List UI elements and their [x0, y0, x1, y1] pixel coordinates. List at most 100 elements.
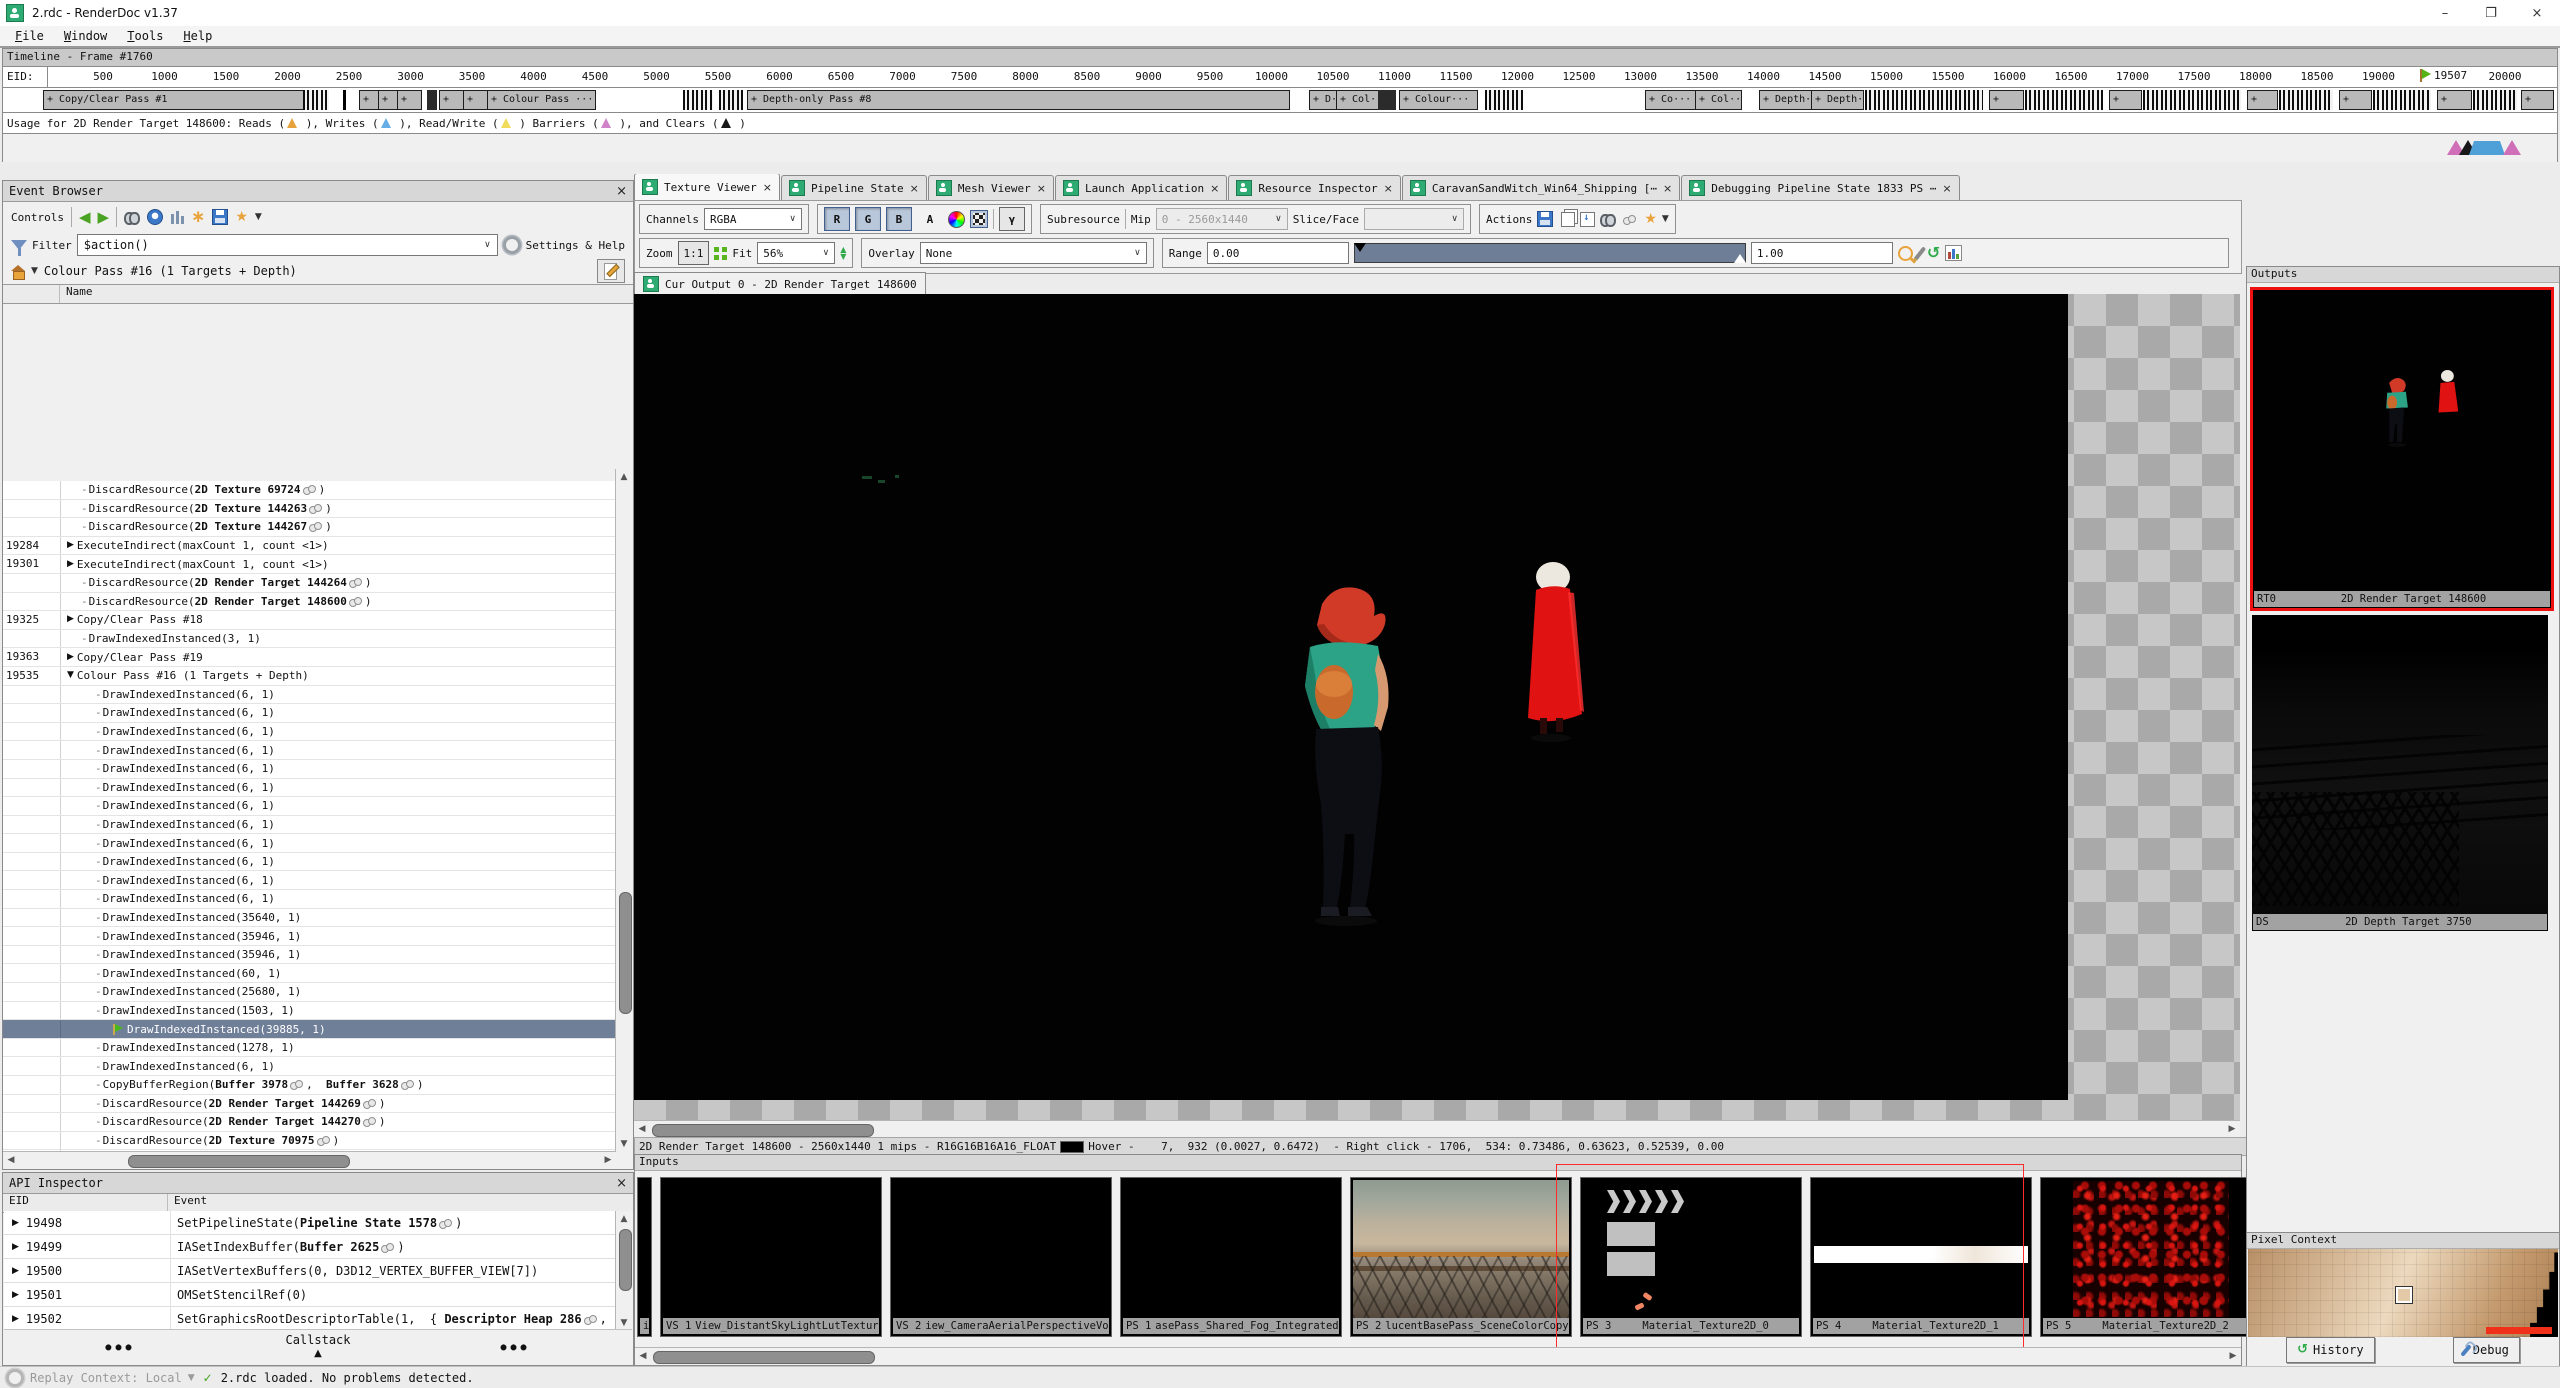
scroll-right-icon[interactable]: ▶ [600, 1152, 616, 1168]
tab-close-icon[interactable]: × [1037, 182, 1046, 195]
resource-link-icon[interactable] [309, 522, 322, 531]
tab-close-icon[interactable]: × [910, 182, 919, 195]
filter-input[interactable]: $action() ∨ [77, 234, 498, 256]
event-tree-row[interactable]: 19535▼Colour Pass #16 (1 Targets + Depth… [3, 667, 616, 686]
resource-link[interactable]: 2D Render Target 144264 [195, 574, 347, 591]
api-event-row[interactable]: ▶19500IASetVertexBuffers(0, D3D12_VERTEX… [4, 1259, 616, 1283]
resource-link-icon[interactable] [363, 1099, 376, 1108]
timeline-pass-segment[interactable] [1485, 90, 1523, 110]
timeline-pass-segment[interactable]: + Copy/Clear Pass #1 [43, 90, 306, 110]
timeline-pass-segment[interactable]: + Depth··· [1759, 90, 1812, 110]
fit-icon[interactable] [714, 247, 727, 260]
time-events-icon[interactable] [147, 209, 163, 225]
event-tree-row[interactable]: -DiscardResource(2D Texture 144263) [3, 500, 616, 519]
output-rt0-thumbnail[interactable]: RT0 2D Render Target 148600 [2250, 287, 2554, 611]
event-tree-row[interactable]: -DiscardResource(2D Render Target 144269… [3, 1095, 616, 1114]
scroll-up-icon[interactable]: ▲ [616, 469, 632, 485]
event-tree-row[interactable]: -DrawIndexedInstanced(6, 1) [3, 816, 616, 835]
timeline-pass-segment[interactable] [1865, 90, 1983, 110]
event-tree-row[interactable]: -DrawIndexedInstanced(6, 1) [3, 853, 616, 872]
timeline-pass-segment[interactable]: + Colour Pass ··· [487, 90, 596, 110]
callstack-section[interactable]: ●●● Callstack ▲ ●●● [4, 1329, 632, 1364]
star-icon[interactable]: ★ [1644, 211, 1657, 227]
input-thumbnail-ps-4[interactable]: PS 4Material_Texture2D_1 [1810, 1177, 2032, 1337]
event-tree-row[interactable]: -DrawIndexedInstanced(3, 1) [3, 630, 616, 649]
range-slider[interactable] [1354, 243, 1746, 263]
input-thumbnail-vs-1[interactable]: VS 1View_DistantSkyLightLutTexture [660, 1177, 882, 1337]
tab-debugging-pipeline-state-1833-ps[interactable]: Debugging Pipeline State 1833 PS ⋯× [1681, 175, 1959, 200]
input-thumbnail-vs-2[interactable]: VS 2iew_CameraAerialPerspectiveVolum [890, 1177, 1112, 1337]
output-depth-thumbnail[interactable]: DS 2D Depth Target 3750 [2252, 615, 2548, 931]
input-thumbnail-ps-3[interactable]: PS 3Material_Texture2D_0 [1580, 1177, 1802, 1337]
home-icon[interactable] [11, 265, 25, 278]
texture-hscrollbar[interactable]: ◀ ▶ [634, 1120, 2240, 1138]
duration-graph-icon[interactable] [170, 210, 184, 224]
timeline-pass-segment[interactable]: + [1989, 90, 2024, 110]
resource-link-icon[interactable] [439, 1219, 452, 1228]
event-tree-row[interactable]: -DrawIndexedInstanced(6, 1) [3, 834, 616, 853]
timeline-pass-segment[interactable]: + [2109, 90, 2142, 110]
gear-icon[interactable] [503, 236, 521, 254]
api-inspector-titlebar[interactable]: API Inspector × [3, 1173, 633, 1194]
prev-draw-icon[interactable]: ◀ [79, 208, 91, 226]
usage-marker-readwrite-icon[interactable] [2469, 141, 2505, 155]
timeline-pass-segment[interactable] [427, 90, 437, 110]
goto-icon[interactable] [1600, 214, 1616, 225]
timeline-pass-segment[interactable] [719, 90, 743, 110]
event-tree-row[interactable]: 19284▶ExecuteIndirect(maxCount 1, count … [3, 537, 616, 556]
timeline-pass-segment[interactable] [2373, 90, 2431, 110]
event-tree-row[interactable]: -DiscardResource(2D Texture 70975) [3, 1132, 616, 1151]
reset-range-icon[interactable]: ↺ [1927, 246, 1940, 260]
tab-caravansandwitch-win64-shipping[interactable]: CaravanSandWitch_Win64_Shipping [⋯× [1402, 175, 1680, 200]
input-thumbnail-ps-1[interactable]: PS 1asePass_Shared_Fog_IntegratedLig [1120, 1177, 1342, 1337]
expand-collapsed-icon[interactable]: ▶ [12, 1266, 19, 1276]
timeline-pass-segment[interactable]: + Col··· [1336, 90, 1379, 110]
event-tree-row[interactable]: -DiscardResource(2D Texture 69724) [3, 481, 616, 500]
resource-link[interactable]: 2D Render Target 144270 [209, 1113, 361, 1130]
close-button[interactable]: × [2514, 0, 2560, 26]
expand-collapsed-icon[interactable]: ▶ [67, 556, 74, 573]
event-browser-close-icon[interactable]: × [616, 184, 627, 199]
timeline-pass-segment[interactable]: + [439, 90, 466, 110]
expand-collapsed-icon[interactable]: ▶ [12, 1242, 19, 1252]
chevron-down-icon[interactable]: ▼ [1662, 214, 1669, 224]
blue-channel-button[interactable]: B [886, 207, 912, 231]
tab-pipeline-state[interactable]: Pipeline State× [781, 175, 927, 200]
event-tree-row[interactable]: 19301▶ExecuteIndirect(maxCount 1, count … [3, 555, 616, 574]
favorites-icon[interactable]: ★ [235, 209, 248, 225]
tab-close-icon[interactable]: × [1384, 182, 1393, 195]
scroll-right-icon[interactable]: ▶ [2225, 1348, 2241, 1364]
tab-close-icon[interactable]: × [1663, 182, 1672, 195]
event-tree-row[interactable]: -DrawIndexedInstanced(6, 1) [3, 779, 616, 798]
tab-mesh-viewer[interactable]: Mesh Viewer× [928, 175, 1054, 200]
find-event-icon[interactable] [124, 212, 140, 223]
chevron-down-icon[interactable]: ▼ [31, 266, 38, 276]
resource-link-icon[interactable] [363, 1117, 376, 1126]
tab-texture-viewer[interactable]: Texture Viewer× [634, 174, 780, 200]
autofit-range-icon[interactable] [1898, 246, 1913, 261]
expand-expanded-icon[interactable]: ▼ [67, 667, 74, 684]
debug-button[interactable]: Debug [2453, 1337, 2520, 1363]
fit-label[interactable]: Fit [732, 247, 752, 260]
event-tree-row[interactable]: -DiscardResource(2D Texture 144267) [3, 518, 616, 537]
settings-help-link[interactable]: Settings & Help [526, 239, 625, 252]
event-tree-row[interactable]: -DrawIndexedInstanced(6, 1) [3, 890, 616, 909]
resource-link[interactable]: 2D Texture 70975 [209, 1132, 315, 1149]
menu-item-help[interactable]: Help [174, 29, 221, 43]
current-eid-flag[interactable]: 19507 [2419, 69, 2467, 82]
eid-ruler[interactable]: EID: 50010001500200025003000350040004500… [3, 67, 2557, 88]
expand-collapsed-icon[interactable]: ▶ [67, 649, 74, 666]
range-max-input[interactable]: 1.00 [1751, 242, 1893, 264]
scroll-left-icon[interactable]: ◀ [634, 1121, 650, 1137]
mip-select[interactable]: 0 - 2560x1440 ∨ [1156, 208, 1288, 230]
open-resource-icon[interactable] [1580, 212, 1595, 227]
texture-view[interactable] [634, 294, 2240, 1120]
scrollbar-thumb[interactable] [619, 892, 632, 1014]
chevron-down-icon[interactable]: ▼ [255, 212, 262, 222]
event-tree-row[interactable]: DrawIndexedInstanced(39885, 1) [3, 1020, 616, 1039]
edit-notes-button[interactable] [597, 259, 625, 283]
resource-link-icon[interactable] [401, 1080, 414, 1089]
timeline-pass-segment[interactable]: + Depth-only Pass #8 [747, 90, 1290, 110]
resource-link-icon[interactable] [317, 1136, 330, 1145]
event-tree-row[interactable]: -DrawIndexedInstanced(6, 1) [3, 797, 616, 816]
